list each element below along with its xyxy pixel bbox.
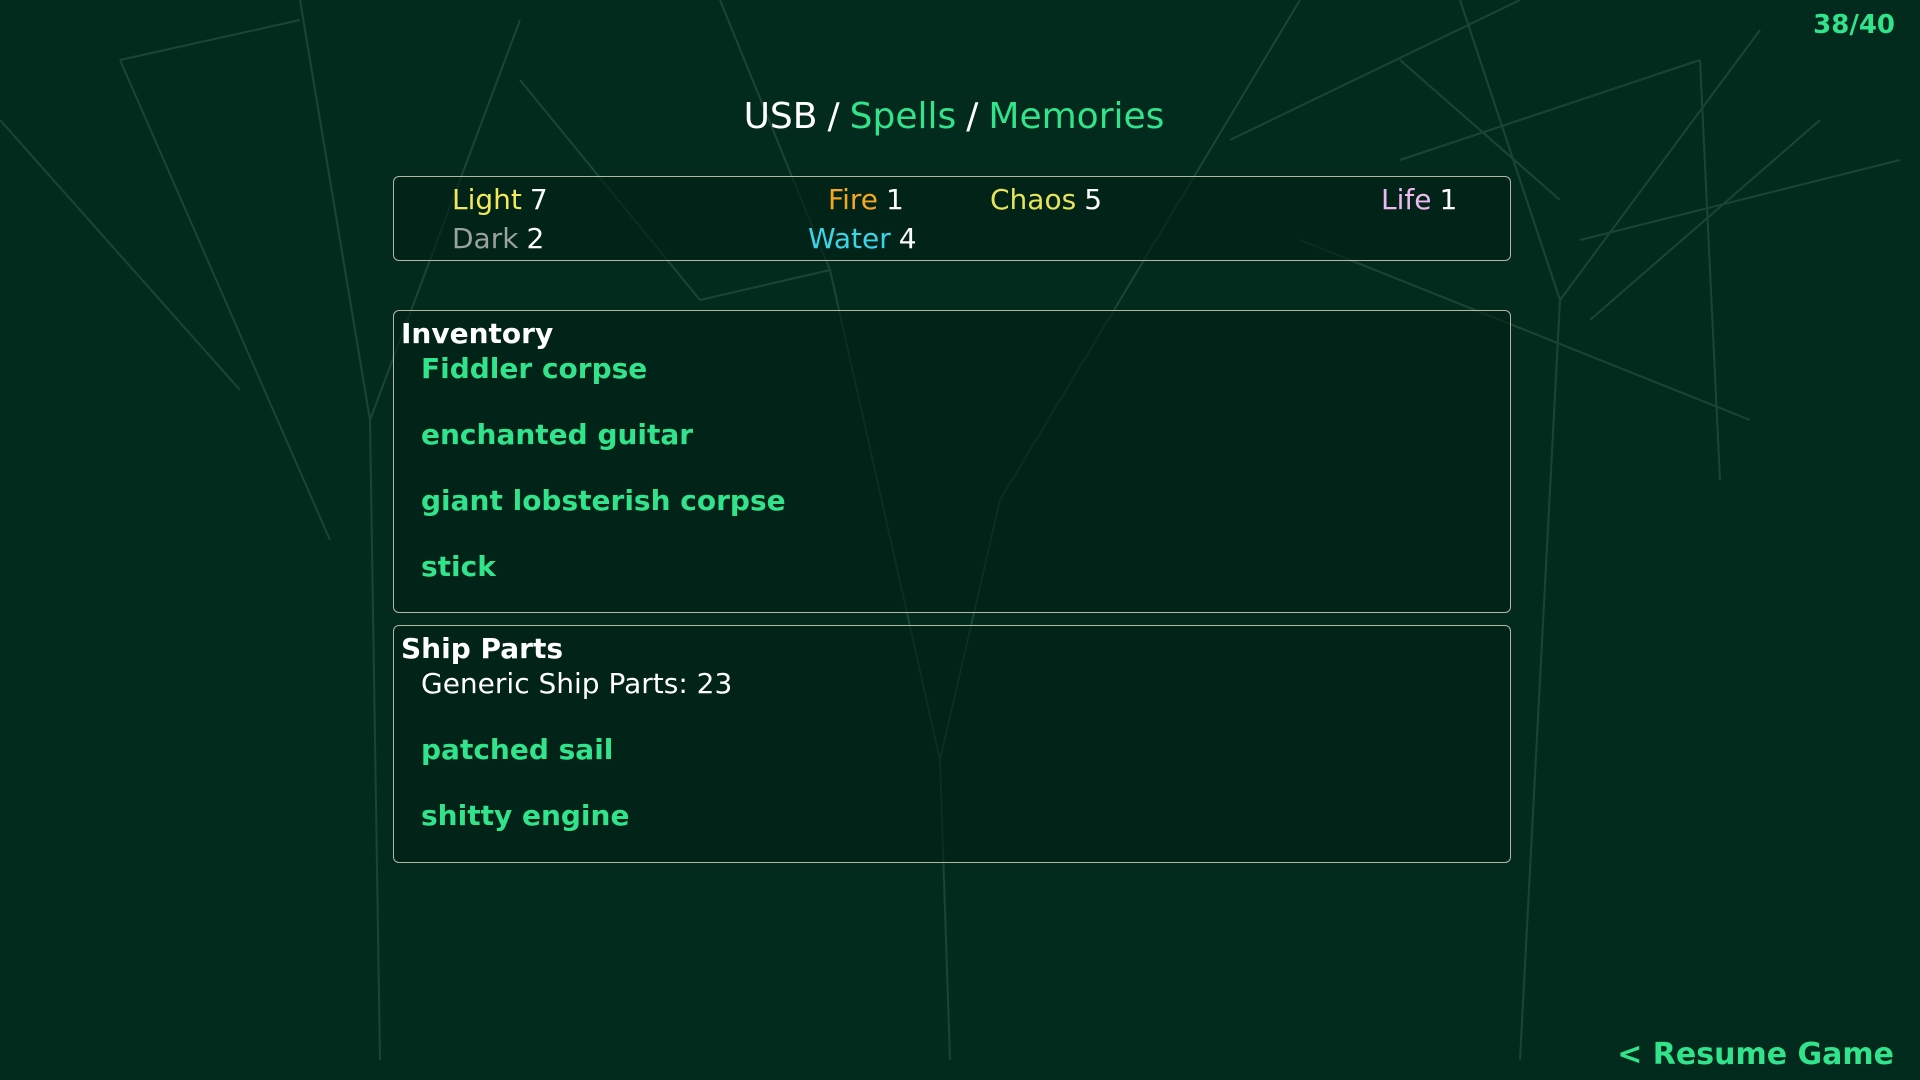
element-chaos: Chaos 5	[990, 183, 1102, 216]
element-dark-name: Dark	[452, 222, 519, 255]
element-life-name: Life	[1381, 183, 1432, 216]
element-water-name: Water	[808, 222, 891, 255]
element-light: Light 7	[452, 183, 548, 216]
element-life-value: 1	[1439, 183, 1458, 216]
inventory-item[interactable]: Fiddler corpse	[421, 352, 647, 385]
element-fire: Fire 1	[828, 183, 904, 216]
element-light-value: 7	[529, 183, 548, 216]
element-fire-name: Fire	[828, 183, 878, 216]
inventory-item[interactable]: stick	[421, 550, 496, 583]
elements-panel: Light 7 Fire 1 Chaos 5 Life 1 Dark 2 Water 4	[393, 176, 1511, 261]
memory-counter: 38/40	[1813, 10, 1895, 40]
element-light-name: Light	[452, 183, 522, 216]
breadcrumb: USB / Spells / Memories	[0, 96, 1908, 137]
inventory-panel: Inventory Fiddler corpse enchanted guita…	[393, 310, 1511, 613]
inventory-title: Inventory	[401, 317, 554, 350]
breadcrumb-memories-link[interactable]: Memories	[988, 96, 1164, 137]
breadcrumb-spells-link[interactable]: Spells	[850, 96, 957, 137]
ship-part-item[interactable]: shitty engine	[421, 799, 629, 832]
inventory-item[interactable]: enchanted guitar	[421, 418, 693, 451]
breadcrumb-usb: USB	[743, 96, 818, 137]
ship-parts-panel: Ship Parts Generic Ship Parts: 23 patche…	[393, 625, 1511, 863]
element-water-value: 4	[898, 222, 917, 255]
element-chaos-name: Chaos	[990, 183, 1077, 216]
element-water: Water 4	[808, 222, 917, 255]
breadcrumb-separator: /	[827, 96, 840, 137]
element-life: Life 1	[1381, 183, 1457, 216]
element-dark: Dark 2	[452, 222, 544, 255]
ship-parts-title: Ship Parts	[401, 632, 564, 665]
element-fire-value: 1	[885, 183, 904, 216]
element-chaos-value: 5	[1084, 183, 1103, 216]
inventory-item[interactable]: giant lobsterish corpse	[421, 484, 786, 517]
element-dark-value: 2	[526, 222, 545, 255]
resume-game-button[interactable]: < Resume Game	[1617, 1037, 1894, 1072]
breadcrumb-separator: /	[966, 96, 979, 137]
ship-part-item[interactable]: patched sail	[421, 733, 613, 766]
generic-ship-parts-count: Generic Ship Parts: 23	[421, 667, 733, 700]
